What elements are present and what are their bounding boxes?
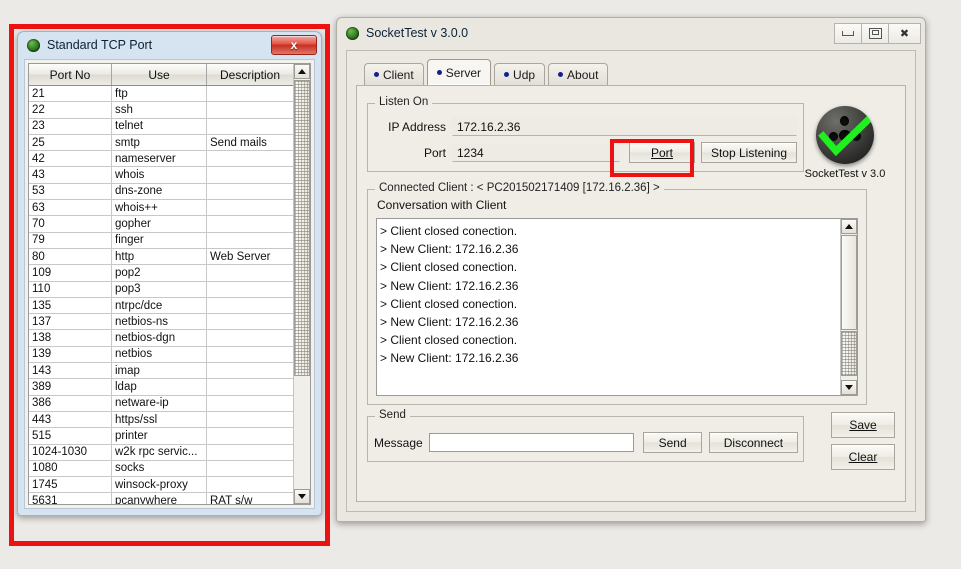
log-line: > Client closed conection.: [380, 333, 518, 348]
log-line: > New Client: 172.16.2.36: [380, 278, 519, 293]
tab-about-label: About: [567, 67, 599, 82]
log-line: > Client closed conection.: [380, 224, 518, 238]
tab-server[interactable]: Server: [426, 59, 492, 85]
log-line: > Client closed conection.: [380, 260, 518, 275]
conversation-scrollbar[interactable]: [840, 219, 857, 395]
send-button-label: Send: [658, 435, 687, 450]
message-label: Message: [374, 435, 423, 450]
annotation-box-port-button: [610, 139, 694, 177]
stop-listening-label: Stop Listening: [710, 145, 788, 160]
tab-server-label: Server: [445, 65, 482, 80]
sockettest-title: SocketTest v 3.0.0: [366, 26, 469, 40]
send-legend: Send: [375, 409, 410, 421]
bullet-icon: [374, 72, 379, 77]
annotation-box-tcp-window: [9, 24, 330, 546]
port-field[interactable]: 1234: [452, 143, 620, 162]
conversation-log-lines: > Client closed conection. > New Client: …: [377, 219, 841, 395]
chevron-down-icon: [845, 385, 853, 390]
sockettest-window: SocketTest v 3.0.0 ✖ Client Server Udp A…: [336, 17, 926, 522]
send-group: Send Message Send Disconnect: [367, 409, 804, 462]
chevron-up-icon: [845, 224, 853, 229]
scrollbar-upper-track[interactable]: [841, 235, 857, 330]
bullet-icon: [558, 72, 564, 77]
sockettest-logo: SocketTest v 3.0: [799, 106, 891, 180]
bullet-icon: [504, 72, 510, 77]
listen-on-legend: Listen On: [375, 96, 433, 108]
scrollbar-thumb[interactable]: [841, 331, 857, 376]
clear-button[interactable]: Clear: [831, 444, 895, 470]
sockettest-titlebar[interactable]: SocketTest v 3.0.0 ✖: [337, 18, 925, 48]
globe-icon: [346, 26, 359, 40]
tab-about[interactable]: About: [548, 63, 609, 85]
ip-address-field[interactable]: 172.16.2.36: [452, 117, 797, 136]
tab-bar: Client Server Udp About: [364, 59, 611, 85]
socket-outlet-icon: [816, 106, 874, 164]
minimize-icon[interactable]: [834, 22, 861, 44]
tab-client-label: Client: [383, 67, 414, 82]
restore-icon[interactable]: [861, 22, 888, 44]
side-buttons: Save Clear: [831, 412, 895, 476]
green-check-icon: [818, 114, 874, 157]
clear-button-label: Clear: [848, 450, 878, 464]
close-icon[interactable]: ✖: [888, 22, 921, 44]
message-input[interactable]: [428, 433, 635, 452]
ip-address-label: IP Address: [388, 119, 446, 134]
conversation-label: Conversation with Client: [377, 198, 507, 212]
port-label: Port: [423, 145, 446, 160]
message-row: Message Send Disconnect: [374, 432, 798, 453]
tab-udp[interactable]: Udp: [494, 63, 546, 85]
logo-caption: SocketTest v 3.0: [804, 168, 886, 180]
stop-listening-button[interactable]: Stop Listening: [701, 142, 797, 163]
disconnect-button-label: Disconnect: [723, 435, 784, 450]
save-button[interactable]: Save: [831, 412, 895, 438]
log-line: > New Client: 172.16.2.36: [380, 242, 519, 257]
conversation-log[interactable]: > Client closed conection. > New Client: …: [376, 218, 858, 396]
screenshot-root: Standard TCP Port x Port No Use Descript…: [0, 0, 961, 569]
scroll-up-button[interactable]: [841, 219, 857, 234]
sockettest-body: Client Server Udp About Listen On IP Add…: [346, 50, 916, 512]
log-line: > Client closed conection.: [380, 296, 518, 311]
bullet-icon: [436, 70, 442, 75]
log-line: > New Client: 172.16.2.36: [380, 315, 519, 330]
log-line: > New Client: 172.16.2.36: [380, 351, 519, 366]
scroll-down-button[interactable]: [841, 380, 857, 395]
connected-client-group: Connected Client : < PC201502171409 [172…: [367, 182, 867, 405]
connected-client-legend: Connected Client : < PC201502171409 [172…: [375, 182, 664, 194]
window-controls: ✖: [834, 22, 921, 44]
port-row: Port 1234 Port Stop Listening: [372, 142, 798, 163]
tab-client[interactable]: Client: [364, 63, 424, 85]
ip-address-row: IP Address 172.16.2.36: [372, 116, 798, 137]
disconnect-button[interactable]: Disconnect: [708, 432, 798, 453]
listen-on-group: Listen On IP Address 172.16.2.36 Port 12…: [367, 96, 804, 172]
save-button-label: Save: [849, 418, 877, 432]
send-button[interactable]: Send: [643, 432, 702, 453]
tab-udp-label: Udp: [513, 67, 536, 82]
